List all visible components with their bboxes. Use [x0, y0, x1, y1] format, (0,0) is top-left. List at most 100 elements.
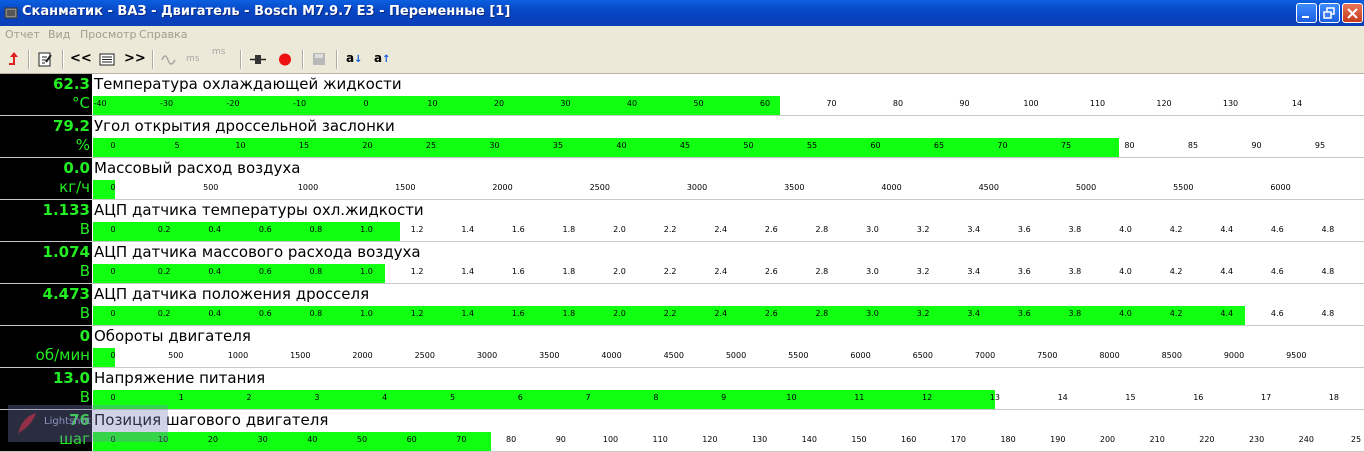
scale-tick-label: 4.6	[1270, 309, 1284, 318]
scale-tick-label: 2.4	[714, 309, 728, 318]
scale-tick-label: 7	[585, 393, 591, 402]
scale-tick-label: 6000	[850, 351, 871, 360]
scale-tick-label: 130	[751, 435, 768, 444]
parameter-row[interactable]: 79.2% Угол открытия дроссельной заслонки 0…	[0, 116, 1364, 158]
scale-tick-label: 4.4	[1220, 225, 1234, 234]
parameter-row[interactable]: 76 шаг Позиция шагового двигателя 0 10 20 30 40…	[0, 410, 1364, 452]
parameter-value: 1.133	[42, 201, 90, 219]
scale-tick-label: 130	[1222, 99, 1239, 108]
sort-ascending-button[interactable]: a↓	[346, 51, 366, 72]
scale-tick-label: 10	[235, 141, 246, 150]
next-page-button[interactable]: >>	[124, 51, 146, 72]
scale-tick-label: 80	[1124, 141, 1135, 150]
parameter-row[interactable]: 13.0 В Напряжение питания 0 1 2 3 4 5 6 7 8 9 10 11 12 1…	[0, 368, 1364, 410]
parameter-name: АЦП датчика массового расхода воздуха	[94, 243, 421, 261]
parameter-row[interactable]: 0.0 кг/ч Массовый расход воздуха 0 500 1000 15…	[0, 158, 1364, 200]
parameter-name: АЦП датчика температуры охл.жидкости	[94, 201, 424, 219]
scale-tick-label: 5500	[788, 351, 809, 360]
scale-tick-label: 17	[1261, 393, 1272, 402]
scale-tick-label: 1.2	[410, 309, 424, 318]
scale-tick-label: 0	[363, 99, 369, 108]
record-icon[interactable]	[276, 49, 294, 70]
parameter-row[interactable]: 4.473 В АЦП датчика положения дросселя 0 0.2…	[0, 284, 1364, 326]
parameter-row[interactable]: 0 об/мин Обороты двигателя 0 500 1000 1500 2000…	[0, 326, 1364, 368]
scale-tick-label: 0.6	[258, 267, 272, 276]
scale-tick-label: 90	[555, 435, 566, 444]
menu-report[interactable]: Отчет	[5, 28, 40, 41]
scale-tick-label: 7500	[1037, 351, 1058, 360]
scale-tick-label: -40	[93, 99, 107, 108]
scale-tick-label: 1.6	[511, 267, 525, 276]
parameter-row[interactable]: 62.3 °C Температура охлаждающей жидкости -4…	[0, 74, 1364, 116]
scale-tick-label: 3.2	[916, 225, 930, 234]
menu-preview[interactable]: Просмотр	[80, 28, 136, 41]
save-icon[interactable]	[310, 49, 328, 70]
parameter-unit: °C	[72, 94, 90, 112]
scale-tick-label: 120	[702, 435, 718, 444]
wave-icon[interactable]	[160, 49, 178, 70]
scale-tick-label: 45	[679, 141, 691, 150]
value-box: 79.2%	[0, 116, 92, 158]
scale-tick-label: 4.8	[1321, 225, 1335, 234]
scale-tick-label: 1000	[227, 351, 249, 360]
scale-tick-label: 65	[933, 141, 945, 150]
parameter-unit: об/мин	[35, 346, 90, 364]
parameter-value: 0.0	[63, 159, 90, 177]
sort-descending-button[interactable]: a↑	[374, 51, 394, 72]
scale-tick-label: 150	[851, 435, 867, 444]
scale-tick-label: 15	[1125, 393, 1136, 402]
connect-icon[interactable]	[248, 49, 268, 70]
toolbar-separator	[336, 50, 338, 69]
scale-tick-label: 3	[314, 393, 320, 402]
scale-tick-label: 2.2	[663, 309, 677, 318]
scale-tick-label: 50	[743, 141, 754, 150]
scale-tick-label: 3.8	[1068, 309, 1082, 318]
scale-tick-label: 0	[110, 309, 116, 318]
parameter-name: Температура охлаждающей жидкости	[94, 75, 402, 93]
scale-tick-label: 3.2	[916, 267, 930, 276]
scale-tick-label: 1500	[290, 351, 311, 360]
parameter-row[interactable]: 1.074 В АЦП датчика массового расхода возд…	[0, 242, 1364, 284]
minimize-button[interactable]	[1296, 3, 1317, 23]
list-icon[interactable]	[98, 49, 116, 70]
scale-tick-label: 4000	[881, 183, 902, 192]
ms-plus-button[interactable]: ms	[212, 47, 234, 68]
scale-tick-label: 2.0	[613, 267, 626, 276]
scale-tick-label: 3.4	[967, 309, 981, 318]
value-box: 62.3 °C	[0, 74, 92, 116]
back-arrow-icon[interactable]	[5, 49, 23, 70]
scale-tick-label: 5000	[725, 351, 747, 360]
scale-tick-label: 30	[257, 435, 268, 444]
scale-tick-label: 2.8	[815, 309, 829, 318]
lightshot-watermark: Lightshot	[8, 405, 168, 442]
scale-tick-label: 3.6	[1017, 225, 1031, 234]
scale-tick-label: 0	[110, 351, 116, 360]
scale-tick-label: 0	[110, 267, 116, 276]
scale-tick-label: 14	[1291, 99, 1303, 108]
scale-tick-label: 100	[602, 435, 619, 444]
scale-tick-label: 4500	[978, 183, 999, 192]
scale-tick-label: 0.8	[309, 267, 323, 276]
edit-report-icon[interactable]	[36, 49, 54, 70]
scale-tick-label: 2.0	[613, 225, 626, 234]
scale-tick-label: 40	[307, 435, 318, 444]
prev-page-button[interactable]: <<	[70, 51, 92, 72]
close-button[interactable]	[1342, 3, 1363, 23]
scale-tick-label: 230	[1248, 435, 1265, 444]
scale-tick-label: 160	[901, 435, 917, 444]
scale-tick-label: 18	[1328, 393, 1339, 402]
scale-tick-label: 220	[1199, 435, 1215, 444]
feather-icon	[18, 413, 36, 434]
parameter-name: Обороты двигателя	[94, 327, 251, 345]
scale-tick-label: 120	[1156, 99, 1172, 108]
menu-view[interactable]: Вид	[48, 28, 70, 41]
ms-minus-button[interactable]: ms	[186, 54, 208, 75]
restore-button[interactable]	[1319, 3, 1340, 23]
scale-tick-label: 2.2	[663, 225, 677, 234]
parameter-row[interactable]: 1.133 В АЦП датчика температуры охл.жидкос…	[0, 200, 1364, 242]
scale-tick-label: 3.6	[1017, 309, 1031, 318]
arrow-down-icon: ↓	[354, 54, 363, 65]
scale-tick-label: 1.6	[511, 225, 525, 234]
menu-help[interactable]: Справка	[139, 28, 187, 41]
scale-tick-label: 4.2	[1169, 309, 1183, 318]
